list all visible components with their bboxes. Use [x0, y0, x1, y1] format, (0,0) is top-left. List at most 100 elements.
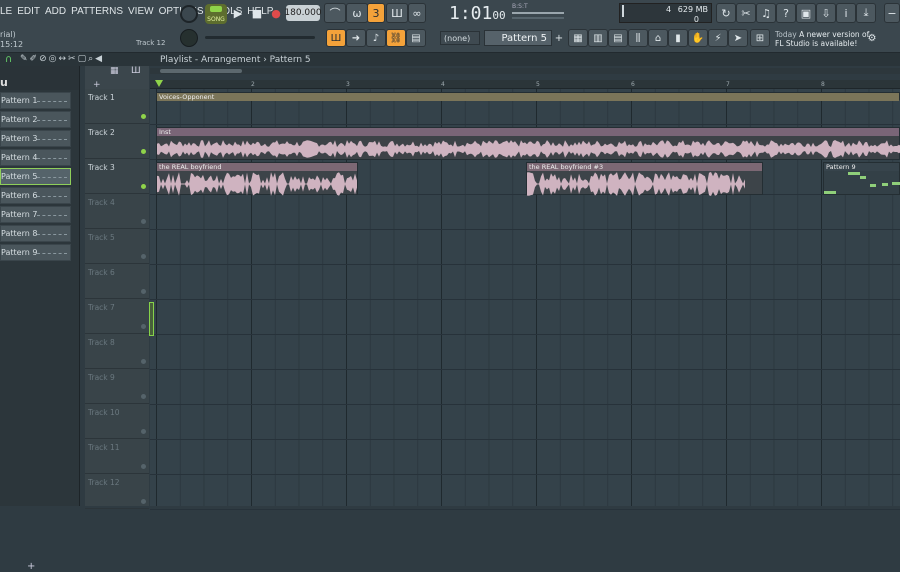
export-icon[interactable]: ⇩ — [816, 3, 836, 23]
delete-tool-icon[interactable]: ⊘ — [39, 54, 47, 64]
track-header[interactable]: Track 11 — [85, 439, 149, 474]
slip-tool-icon[interactable]: ↔ — [59, 54, 67, 64]
playback-tool-icon[interactable]: ◀ — [95, 54, 102, 64]
menu-view[interactable]: VIEW — [128, 6, 154, 20]
touch-icon[interactable]: ✋ — [688, 29, 708, 47]
loop-record-icon[interactable]: ∞ — [408, 3, 426, 23]
clip-inst[interactable]: Inst — [156, 127, 900, 160]
clip-pattern-9[interactable]: Pattern 9 — [823, 162, 900, 195]
time-display[interactable]: 1:0100 — [449, 3, 506, 24]
arrow-icon[interactable]: ➜ — [346, 29, 366, 47]
select-tool-icon[interactable]: ▢ — [78, 54, 87, 64]
track-header[interactable]: Track 8 — [85, 334, 149, 369]
pattern-item[interactable]: Pattern 5 — [0, 168, 71, 185]
pitch-knob[interactable] — [180, 29, 198, 47]
pattern-item[interactable]: Pattern 8 — [0, 225, 71, 242]
track-7-selection[interactable] — [149, 302, 154, 336]
track-mute-led-icon[interactable] — [141, 219, 146, 224]
cut-icon[interactable]: ✂ — [736, 3, 756, 23]
master-volume-knob[interactable] — [180, 5, 198, 23]
mixer-icon[interactable]: ⫼ — [628, 29, 648, 47]
playlist-icon[interactable]: ▦ — [568, 29, 588, 47]
metronome-icon[interactable]: ⌒ — [324, 3, 346, 23]
pattern-selector[interactable]: Pattern 5 — [484, 30, 552, 46]
clip-voices-opponent[interactable]: Voices-Opponent — [156, 92, 900, 101]
track-mute-led-icon[interactable] — [141, 289, 146, 294]
pattern-item[interactable]: Pattern 6 — [0, 187, 71, 204]
pattern-item[interactable]: Pattern 7 — [0, 206, 71, 223]
menu-patterns[interactable]: PATTERNS — [71, 6, 123, 20]
channel-rack-icon[interactable]: ▤ — [608, 29, 628, 47]
track-mute-led-icon[interactable] — [141, 324, 146, 329]
link-icon[interactable]: ⛓ — [386, 29, 406, 47]
browser-icon[interactable]: ⌂ — [648, 29, 668, 47]
send-icon[interactable]: ➤ — [728, 29, 748, 47]
collapse-icon[interactable]: ▦ — [110, 66, 119, 76]
horizontal-scrollbar[interactable] — [150, 68, 900, 74]
track-header[interactable]: Track 10 — [85, 404, 149, 439]
track-header[interactable]: Track 6 — [85, 264, 149, 299]
track-mute-led-icon[interactable] — [141, 464, 146, 469]
plug-icon[interactable]: ⚡ — [708, 29, 728, 47]
track-mute-led-icon[interactable] — [141, 184, 146, 189]
track-mute-led-icon[interactable] — [141, 359, 146, 364]
pattern-item[interactable]: Pattern 2 — [0, 111, 71, 128]
pencil-tool-icon[interactable]: ✎ — [20, 54, 28, 64]
track-mute-led-icon[interactable] — [141, 254, 146, 259]
piano-roll-icon[interactable]: ▥ — [588, 29, 608, 47]
pattern-item[interactable]: Pattern 1 — [0, 92, 71, 109]
menu-add[interactable]: ADD — [45, 6, 66, 20]
mic-icon[interactable]: ♫ — [756, 3, 776, 23]
slide-icon[interactable]: ♪ — [366, 29, 386, 47]
track-header[interactable]: Track 7 — [85, 299, 149, 334]
track-header[interactable]: Track 12 — [85, 474, 149, 509]
stop-button[interactable]: ■ — [247, 3, 267, 23]
track-mute-led-icon[interactable] — [141, 149, 146, 154]
undo-icon[interactable]: ↻ — [716, 3, 736, 23]
track-header[interactable]: Track 5 — [85, 229, 149, 264]
record-button[interactable]: ● — [266, 3, 286, 23]
save-icon[interactable]: ▣ — [796, 3, 816, 23]
timeline-ruler[interactable]: 2 3 4 5 6 7 8 — [150, 80, 900, 89]
menu-edit[interactable]: EDIT — [17, 6, 40, 20]
help-icon[interactable]: ? — [776, 3, 796, 23]
pattern-item[interactable]: Pattern 3 — [0, 130, 71, 147]
add-track-icon[interactable]: + — [27, 561, 35, 572]
track-header[interactable]: Track 2 — [85, 124, 149, 159]
step-edit-icon[interactable]: Ш — [386, 3, 408, 23]
track-mute-led-icon[interactable] — [141, 429, 146, 434]
mute-tool-icon[interactable]: ◎ — [49, 54, 57, 64]
tempo-display[interactable]: 180.000 — [284, 5, 322, 21]
track-header[interactable]: Track 1 — [85, 89, 149, 124]
playlist-mode-icon[interactable]: Ш — [326, 29, 346, 47]
pattern-item[interactable]: Pattern 9 — [0, 244, 71, 261]
play-button[interactable]: ▶ — [228, 3, 248, 23]
track-header[interactable]: Track 3 — [85, 159, 149, 194]
clip-boyfriend-1[interactable]: the REAL boyfriend — [156, 162, 358, 196]
snap-select[interactable]: (none) — [440, 31, 480, 45]
plugin-icon[interactable]: ▮ — [668, 29, 688, 47]
wait-input-icon[interactable]: ω — [346, 3, 368, 23]
info-icon[interactable]: i — [836, 3, 856, 23]
news-panel[interactable]: Today A newer version of FL Studio is av… — [775, 30, 869, 48]
scrollbar-thumb[interactable] — [160, 69, 242, 73]
news-gear-icon[interactable]: ⚙ — [862, 29, 882, 47]
zoom-tool-icon[interactable]: ⌕ — [88, 54, 93, 64]
snap-icon[interactable]: ▤ — [406, 29, 426, 47]
track-mute-led-icon[interactable] — [141, 394, 146, 399]
paint-tool-icon[interactable]: ✐ — [30, 54, 38, 64]
track-header[interactable]: Track 9 — [85, 369, 149, 404]
cart-icon[interactable]: ⊞ — [750, 29, 770, 47]
download-icon[interactable]: ⤓ — [856, 3, 876, 23]
track-mute-led-icon[interactable] — [141, 114, 146, 119]
track-mode-icon[interactable]: Ш — [131, 66, 141, 76]
add-pattern-icon[interactable]: + — [553, 29, 565, 47]
playhead-marker[interactable] — [155, 80, 163, 87]
countdown-icon[interactable]: 3 — [367, 3, 385, 23]
clip-boyfriend-3[interactable]: the REAL boyfriend #3 — [526, 162, 763, 196]
track-mute-led-icon[interactable] — [141, 499, 146, 504]
pattern-item[interactable]: Pattern 4 — [0, 149, 71, 166]
menu-file[interactable]: LE — [0, 6, 12, 20]
minimize-icon[interactable]: − — [884, 3, 900, 23]
master-pitch-slider[interactable] — [205, 36, 315, 39]
